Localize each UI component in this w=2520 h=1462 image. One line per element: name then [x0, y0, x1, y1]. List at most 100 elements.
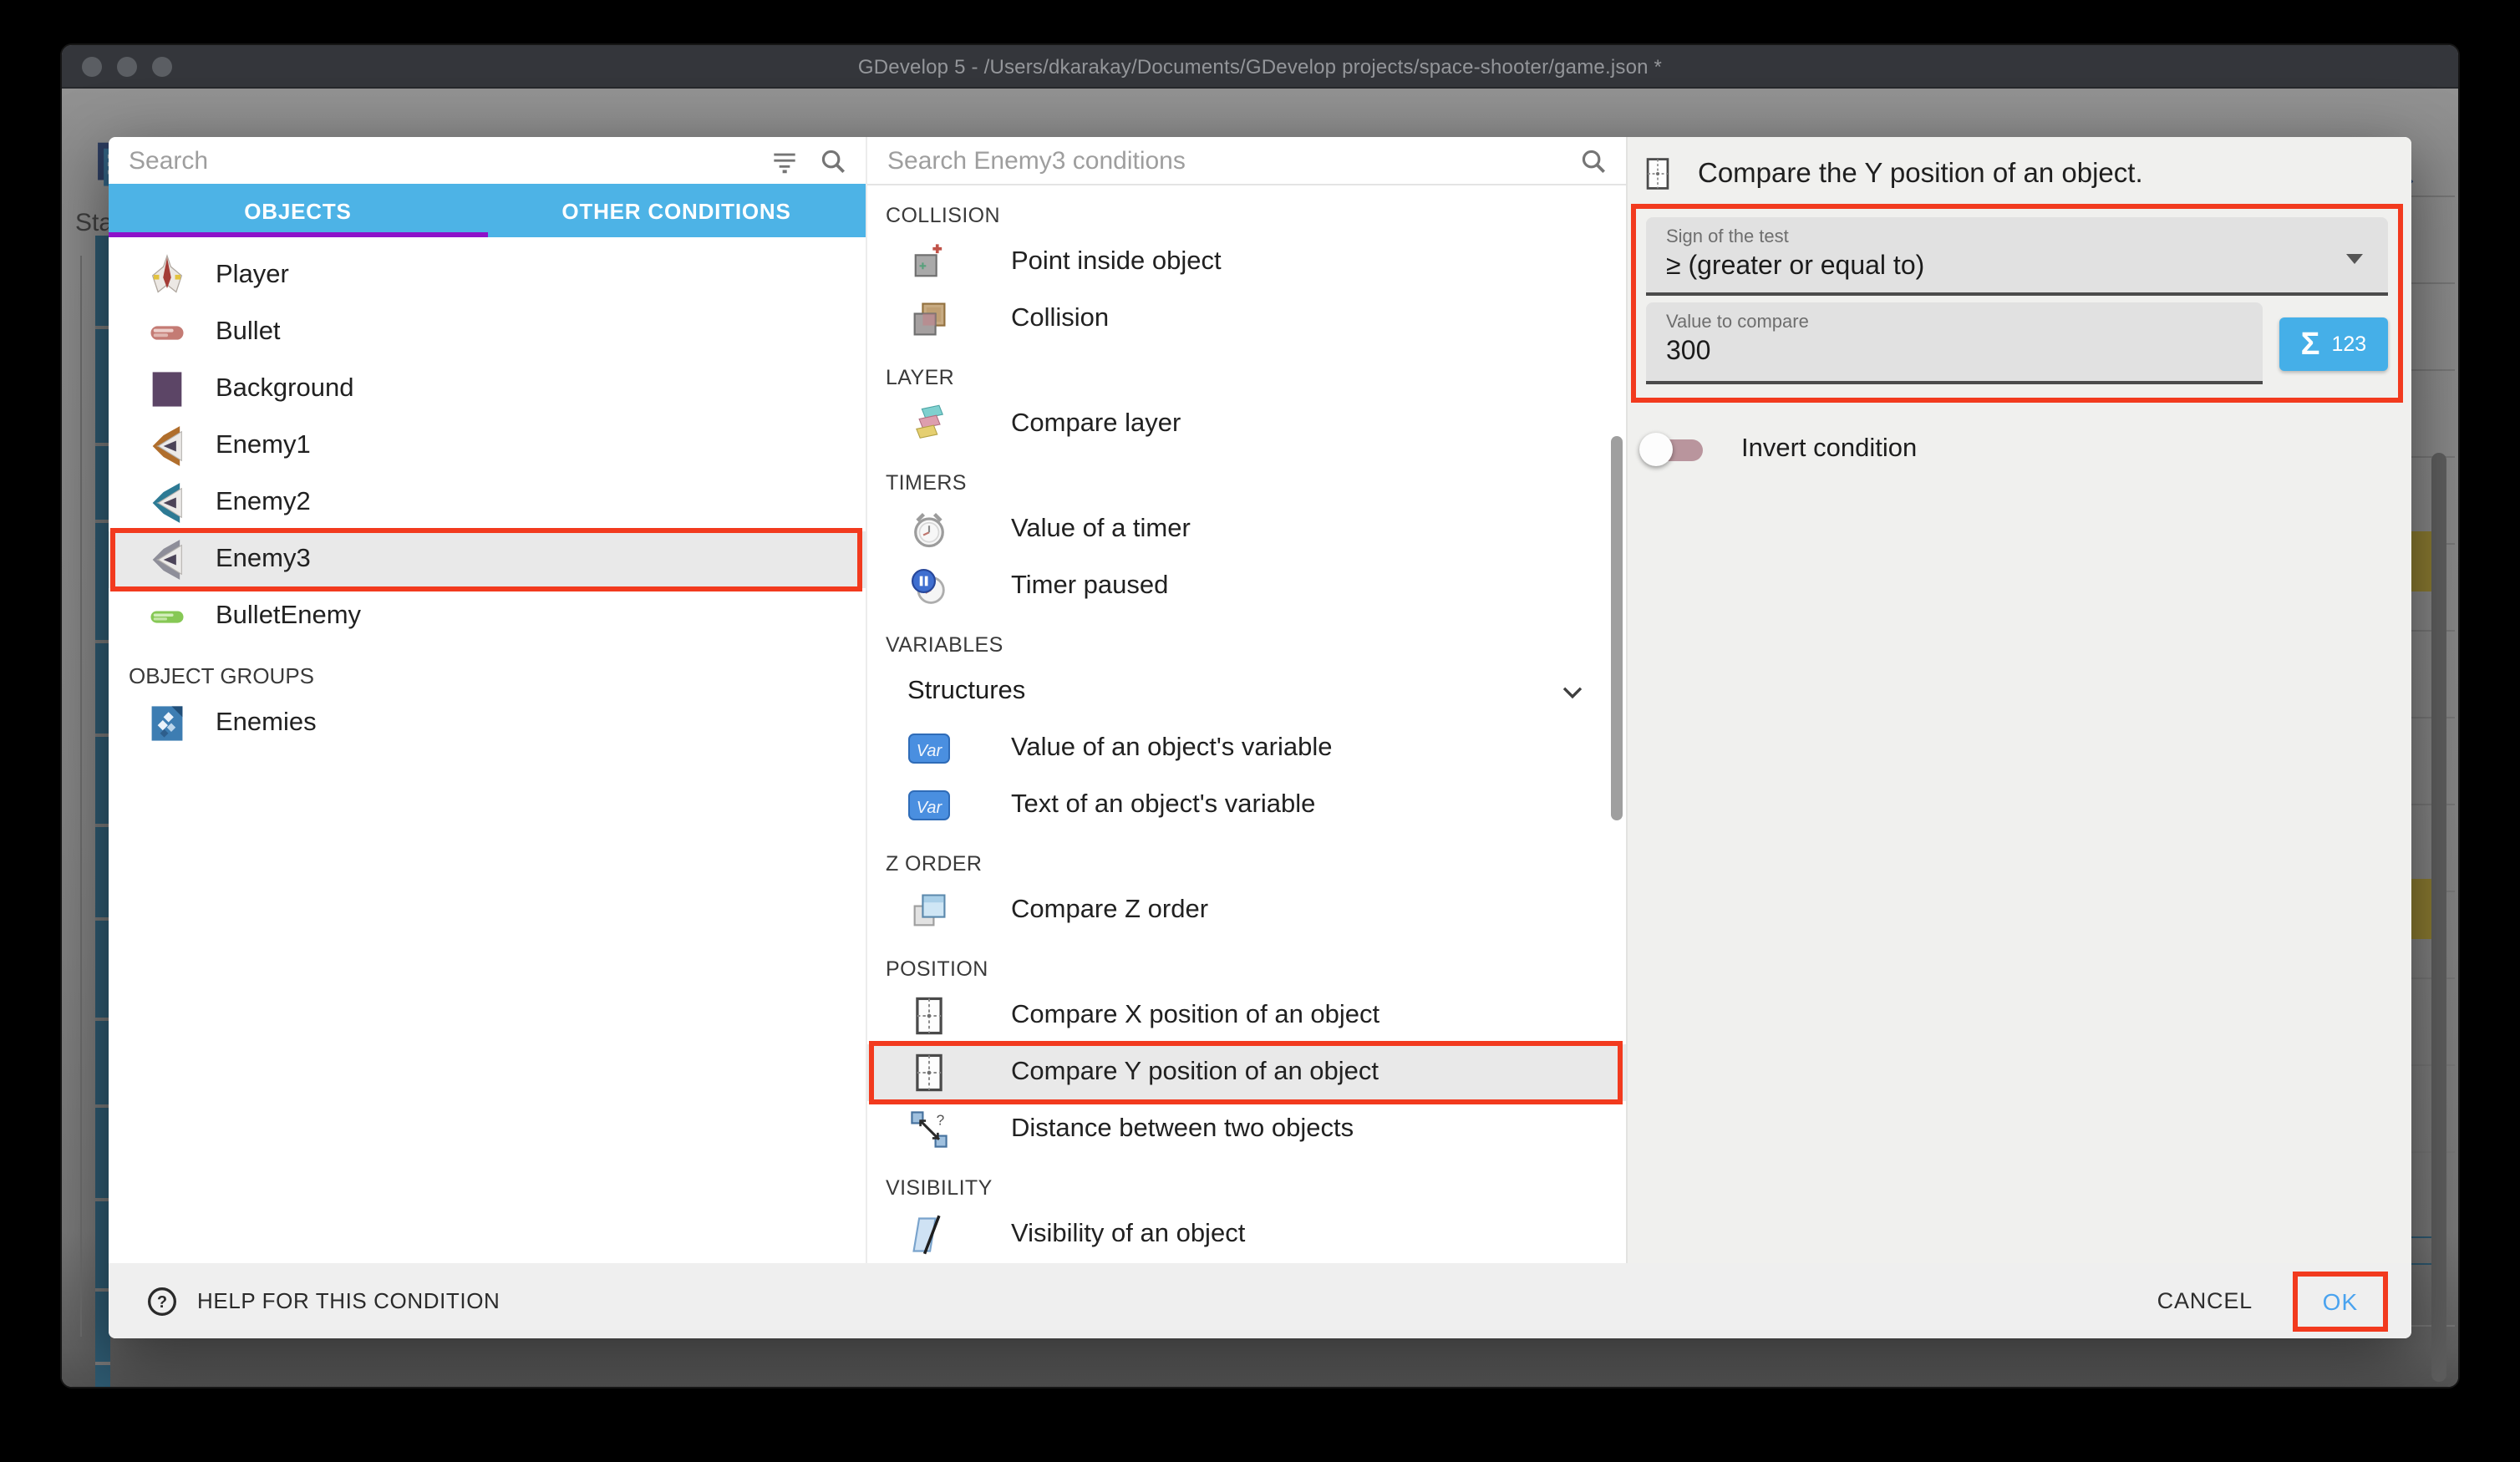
group-name: Enemies: [216, 708, 317, 739]
condition-item-text-of-an-object-s-variable[interactable]: VarText of an object's variable: [867, 777, 1626, 834]
annotation-box-ok: OK: [2293, 1271, 2388, 1331]
objects-search-row: [109, 137, 866, 184]
condition-item-point-inside-object[interactable]: Point inside object: [867, 234, 1626, 291]
svg-text:?: ?: [937, 1112, 945, 1129]
object-item-bullet[interactable]: Bullet: [109, 304, 866, 361]
condition-label: Compare layer: [1011, 409, 1181, 439]
condition-label: Timer paused: [1011, 571, 1168, 602]
ok-button[interactable]: OK: [2323, 1287, 2359, 1314]
objects-search-input[interactable]: [129, 146, 752, 175]
choose-condition-dialog: OBJECTSOTHER CONDITIONS Player Bullet Back…: [109, 137, 2411, 1338]
condition-title: Compare the Y position of an object.: [1698, 158, 2143, 190]
sign-of-test-select[interactable]: Sign of the test ≥ (greater or equal to): [1646, 217, 2388, 296]
cancel-button[interactable]: CANCEL: [2141, 1275, 2269, 1327]
condition-label: Collision: [1011, 304, 1109, 334]
object-item-bulletenemy[interactable]: BulletEnemy: [109, 588, 866, 645]
condition-label: Value of a timer: [1011, 515, 1191, 545]
object-name: Player: [216, 261, 289, 291]
tab-other-conditions[interactable]: OTHER CONDITIONS: [487, 184, 866, 237]
sign-of-test-value: ≥ (greater or equal to): [1646, 247, 2388, 282]
object-item-enemy2[interactable]: Enemy2: [109, 475, 866, 531]
object-item-player[interactable]: Player: [109, 247, 866, 304]
condition-parameters-panel: Compare the Y position of an object. Sig…: [1626, 137, 2411, 1263]
sigma-icon: Σ: [2301, 328, 2320, 360]
objects-list: Player Bullet BackgroundEnemy1 Enemy2 Enemy3…: [109, 237, 866, 752]
chevron-down-icon[interactable]: [1556, 675, 1589, 708]
distance-icon: ?: [907, 1108, 951, 1151]
section-header: VISIBILITY: [867, 1158, 1626, 1206]
value-to-compare-field[interactable]: Value to compare: [1646, 302, 2263, 384]
object-groups-header: OBJECT GROUPS: [109, 645, 866, 695]
help-label: HELP FOR THIS CONDITION: [197, 1288, 500, 1313]
dialog-footer: ? HELP FOR THIS CONDITION CANCEL OK: [109, 1263, 2411, 1338]
value-to-compare-input[interactable]: [1646, 333, 2201, 368]
invert-condition-toggle[interactable]: [1644, 439, 1703, 460]
object-name: Bullet: [216, 317, 281, 348]
conditions-scrollbar[interactable]: [1611, 436, 1623, 820]
gdevelop-window: GDevelop 5 - /Users/dkarakay/Documents/G…: [60, 43, 2460, 1388]
section-header: Z ORDER: [867, 834, 1626, 882]
scene-tab-label: Sta: [75, 209, 113, 237]
condition-item-collision[interactable]: Collision: [867, 291, 1626, 348]
svg-text:?: ?: [157, 1292, 167, 1311]
object-item-enemy1[interactable]: Enemy1: [109, 418, 866, 475]
condition-item-visibility-of-an-object[interactable]: Visibility of an object: [867, 1206, 1626, 1263]
visibility-icon: [907, 1213, 951, 1256]
condition-item-value-of-an-object-s-variable[interactable]: VarValue of an object's variable: [867, 720, 1626, 777]
enemy2-ship-icon: [145, 481, 189, 525]
group-item-enemies[interactable]: Enemies: [109, 695, 866, 752]
enemy1-ship-icon: [145, 424, 189, 468]
invert-condition-row: Invert condition: [1644, 434, 1917, 464]
enemy3-ship-icon: [145, 538, 189, 581]
condition-label: Point inside object: [1011, 247, 1222, 277]
condition-header: Compare the Y position of an object.: [1639, 155, 2143, 192]
background-icon: [145, 368, 189, 411]
close-button[interactable]: [82, 57, 102, 77]
condition-item-compare-x-position-of-an-object[interactable]: Compare X position of an object: [867, 987, 1626, 1044]
condition-label: Compare X position of an object: [1011, 1001, 1379, 1031]
events-tree-line: [80, 256, 82, 1337]
help-button[interactable]: ? HELP FOR THIS CONDITION: [145, 1284, 500, 1317]
window-title: GDevelop 5 - /Users/dkarakay/Documents/G…: [858, 54, 1662, 78]
events-scrollbar[interactable]: [2431, 453, 2446, 1382]
condition-label: Distance between two objects: [1011, 1114, 1354, 1145]
enemies-group-icon: [145, 702, 189, 745]
condition-item-timer-paused[interactable]: Timer paused: [867, 558, 1626, 615]
condition-item-compare-z-order[interactable]: Compare Z order: [867, 882, 1626, 939]
object-tabs: OBJECTSOTHER CONDITIONS: [109, 184, 866, 237]
object-name: Enemy3: [216, 545, 311, 575]
search-icon[interactable]: [817, 145, 849, 176]
objects-panel: OBJECTSOTHER CONDITIONS Player Bullet Back…: [109, 137, 866, 1263]
object-item-enemy3[interactable]: Enemy3: [109, 531, 866, 588]
filter-icon[interactable]: [769, 145, 800, 176]
condition-item-compare-y-position-of-an-object[interactable]: Compare Y position of an object: [867, 1044, 1626, 1101]
titlebar: GDevelop 5 - /Users/dkarakay/Documents/G…: [62, 45, 2458, 89]
section-header: VARIABLES: [867, 615, 1626, 663]
conditions-panel: COLLISIONPoint inside objectCollisionLAY…: [866, 137, 1626, 1263]
window-controls: [82, 57, 172, 77]
condition-item-compare-layer[interactable]: Compare layer: [867, 396, 1626, 453]
compare-position-icon: [907, 1051, 951, 1094]
condition-item-distance-between-two-objects[interactable]: ? Distance between two objects: [867, 1101, 1626, 1158]
tab-objects[interactable]: OBJECTS: [109, 184, 487, 237]
value-to-compare-label: Value to compare: [1646, 302, 2263, 333]
condition-label: Compare Z order: [1011, 896, 1208, 926]
object-item-background[interactable]: Background: [109, 361, 866, 418]
section-header: TIMERS: [867, 453, 1626, 501]
invert-condition-label: Invert condition: [1741, 434, 1917, 464]
sign-of-test-label: Sign of the test: [1646, 217, 2388, 247]
expression-editor-button[interactable]: Σ 123: [2279, 317, 2388, 371]
minimize-button[interactable]: [117, 57, 137, 77]
svg-text:Var: Var: [917, 799, 943, 817]
maximize-button[interactable]: [152, 57, 172, 77]
condition-item-structures[interactable]: Structures: [867, 663, 1626, 720]
bullet-icon: [145, 311, 189, 354]
annotation-box-parameters: Sign of the test ≥ (greater or equal to)…: [1631, 204, 2403, 403]
conditions-search-input[interactable]: [887, 146, 1561, 175]
search-icon[interactable]: [1578, 145, 1609, 176]
condition-item-value-of-a-timer[interactable]: Value of a timer: [867, 501, 1626, 558]
compare-layer-icon: [907, 403, 951, 446]
section-header: COLLISION: [867, 185, 1626, 234]
compare-position-icon: [1639, 155, 1676, 192]
object-name: Enemy2: [216, 488, 311, 518]
